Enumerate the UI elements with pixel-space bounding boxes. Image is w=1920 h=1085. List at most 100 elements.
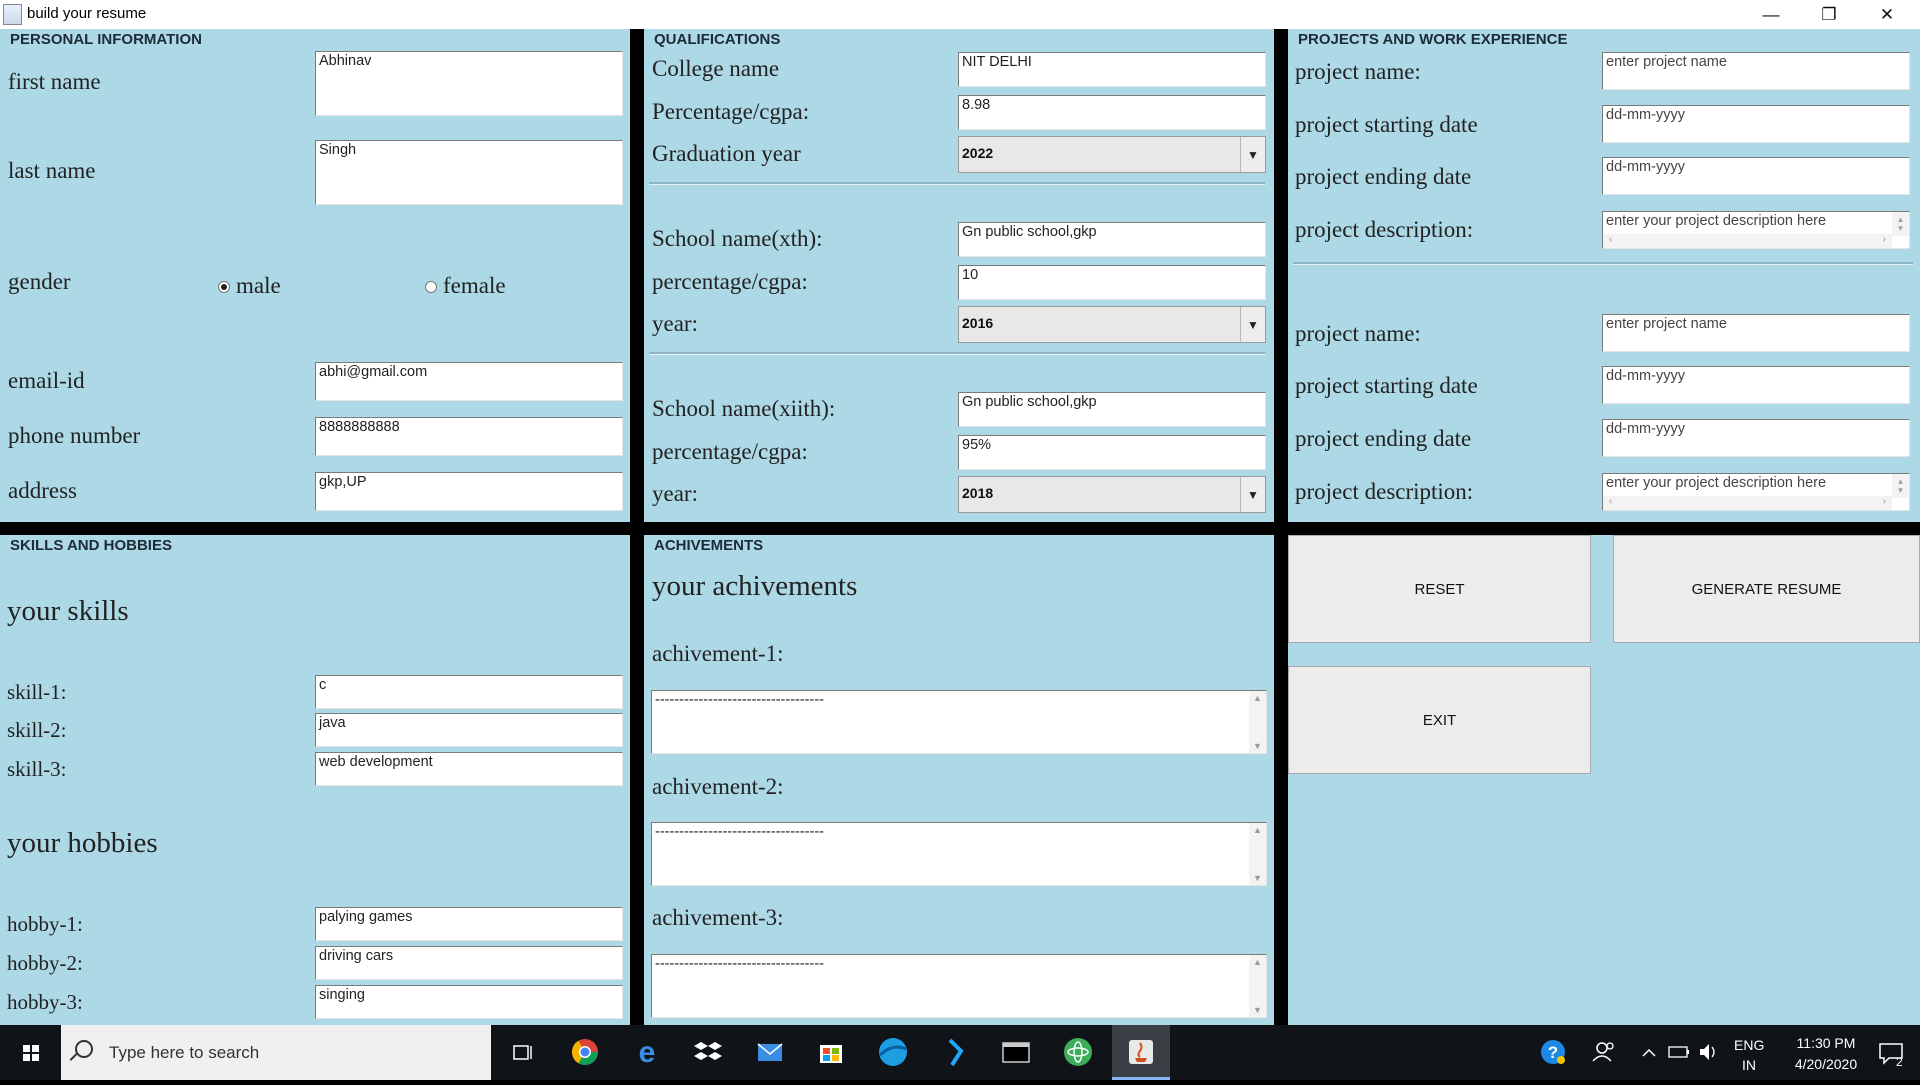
clock-date[interactable]: 4/20/2020 <box>1782 1056 1870 1072</box>
scroll-right-icon[interactable]: › <box>1883 234 1886 245</box>
volume-icon[interactable] <box>1694 1025 1724 1080</box>
last-name-field[interactable]: Singh <box>315 140 623 205</box>
chevron-down-icon[interactable]: ▼ <box>1240 307 1265 342</box>
scroll-up-icon[interactable]: ▲ <box>1249 693 1266 703</box>
scroll-up-icon[interactable]: ▲ <box>1249 957 1266 967</box>
graduation-year-label: Graduation year <box>652 141 801 166</box>
windows-start-icon[interactable] <box>6 1025 56 1080</box>
edge-icon[interactable]: e <box>622 1025 672 1080</box>
close-button[interactable]: ✕ <box>1858 0 1916 29</box>
phone-field[interactable]: 8888888888 <box>315 417 623 456</box>
taskbar: Type here to search e ? ENG IN 11:30 PM … <box>0 1025 1920 1080</box>
scroll-down-icon[interactable]: ▼ <box>1249 741 1266 751</box>
project1-end-field[interactable]: dd-mm-yyyy <box>1602 157 1910 195</box>
search-placeholder: Type here to search <box>109 1043 260 1062</box>
project2-desc-area[interactable]: enter your project description here ▴ ▾ ‹… <box>1602 473 1910 511</box>
percentage-college-field[interactable]: 8.98 <box>958 95 1266 130</box>
reset-button[interactable]: RESET <box>1288 535 1591 643</box>
mail-icon[interactable] <box>745 1025 795 1080</box>
year10-label: year: <box>652 311 698 336</box>
achievement3-area[interactable]: ----------------------------------- ▲ ▼ <box>651 954 1267 1018</box>
visual-studio-icon[interactable] <box>930 1025 980 1080</box>
scroll-right-icon[interactable]: › <box>1883 496 1886 507</box>
project1-name-label: project name: <box>1295 59 1421 84</box>
college-field[interactable]: NIT DELHI <box>958 52 1266 87</box>
achievements-title: your achivements <box>652 570 858 602</box>
vertical-scrollbar[interactable]: ▴ ▾ <box>1892 474 1909 498</box>
chevron-down-icon[interactable]: ▼ <box>1240 137 1265 172</box>
hobby1-label: hobby-1: <box>7 912 83 936</box>
task-view-icon[interactable] <box>497 1025 547 1080</box>
title-bar: build your resume — ❐ ✕ <box>0 0 1920 29</box>
scroll-up-icon[interactable]: ▲ <box>1249 825 1266 835</box>
vertical-scrollbar[interactable]: ▲ ▼ <box>1249 691 1266 753</box>
project1-name-field[interactable]: enter project name <box>1602 52 1910 90</box>
project2-name-field[interactable]: enter project name <box>1602 314 1910 352</box>
project1-start-label: project starting date <box>1295 112 1478 137</box>
address-field[interactable]: gkp,UP <box>315 472 623 511</box>
scroll-down-icon[interactable]: ▼ <box>1249 873 1266 883</box>
dropbox-icon[interactable] <box>683 1025 733 1080</box>
achievement2-text: ----------------------------------- <box>655 824 825 840</box>
chevron-up-icon[interactable] <box>1633 1025 1665 1080</box>
project2-end-field[interactable]: dd-mm-yyyy <box>1602 419 1910 457</box>
maximize-button[interactable]: ❐ <box>1800 0 1858 29</box>
store-icon[interactable] <box>806 1025 856 1080</box>
achievement1-area[interactable]: ----------------------------------- ▲ ▼ <box>651 690 1267 754</box>
year12-value: 2018 <box>962 485 994 501</box>
achievement2-area[interactable]: ----------------------------------- ▲ ▼ <box>651 822 1267 886</box>
scroll-down-icon[interactable]: ▾ <box>1892 223 1909 234</box>
exit-button[interactable]: EXIT <box>1288 666 1591 774</box>
school12-field[interactable]: Gn public school,gkp <box>958 392 1266 427</box>
browser-app-icon[interactable] <box>868 1025 918 1080</box>
horizontal-scrollbar[interactable]: ‹ › <box>1603 234 1892 248</box>
window-title: build your resume <box>27 5 147 22</box>
percentage12-field[interactable]: 95% <box>958 435 1266 470</box>
chrome-icon[interactable] <box>560 1025 610 1080</box>
percentage12-label: percentage/cgpa: <box>652 439 808 464</box>
clock-time[interactable]: 11:30 PM <box>1782 1035 1870 1051</box>
java-app-taskbar-icon[interactable] <box>1112 1025 1170 1080</box>
skill3-field[interactable]: web development <box>315 752 623 786</box>
terminal-icon[interactable] <box>991 1025 1041 1080</box>
chevron-down-icon[interactable]: ▼ <box>1240 477 1265 512</box>
personal-information-panel: PERSONAL INFORMATION first name Abhinav … <box>0 29 630 522</box>
vertical-scrollbar[interactable]: ▴ ▾ <box>1892 212 1909 236</box>
horizontal-scrollbar[interactable]: ‹ › <box>1603 496 1892 510</box>
atom-icon[interactable] <box>1053 1025 1103 1080</box>
scroll-left-icon[interactable]: ‹ <box>1609 234 1612 245</box>
scroll-down-icon[interactable]: ▼ <box>1249 1005 1266 1015</box>
radio-selected-icon <box>218 281 230 293</box>
minimize-button[interactable]: — <box>1742 0 1800 29</box>
achievements-panel: ACHIVEMENTS your achivements achivement-… <box>644 535 1274 1025</box>
taskbar-search-box[interactable]: Type here to search <box>61 1025 491 1080</box>
email-field[interactable]: abhi@gmail.com <box>315 362 623 401</box>
scroll-left-icon[interactable]: ‹ <box>1609 496 1612 507</box>
region-indicator[interactable]: IN <box>1742 1057 1756 1073</box>
project2-start-field[interactable]: dd-mm-yyyy <box>1602 366 1910 404</box>
project1-start-field[interactable]: dd-mm-yyyy <box>1602 105 1910 143</box>
people-icon[interactable] <box>1580 1025 1628 1080</box>
hobby1-field[interactable]: palying games <box>315 907 623 941</box>
projects-panel: PROJECTS AND WORK EXPERIENCE project nam… <box>1288 29 1920 522</box>
skill1-field[interactable]: c <box>315 675 623 709</box>
notification-center-icon[interactable] <box>1866 1025 1916 1080</box>
year10-select[interactable]: 2016 ▼ <box>958 306 1266 343</box>
help-icon[interactable]: ? <box>1529 1025 1577 1080</box>
project2-start-label: project starting date <box>1295 373 1478 398</box>
percentage10-field[interactable]: 10 <box>958 265 1266 300</box>
generate-resume-button[interactable]: GENERATE RESUME <box>1613 535 1920 643</box>
scroll-down-icon[interactable]: ▾ <box>1892 485 1909 496</box>
vertical-scrollbar[interactable]: ▲ ▼ <box>1249 955 1266 1017</box>
skill2-field[interactable]: java <box>315 713 623 747</box>
vertical-scrollbar[interactable]: ▲ ▼ <box>1249 823 1266 885</box>
first-name-field[interactable]: Abhinav <box>315 51 623 116</box>
hobby3-field[interactable]: singing <box>315 985 623 1019</box>
language-indicator[interactable]: ENG <box>1734 1037 1764 1053</box>
year12-select[interactable]: 2018 ▼ <box>958 476 1266 513</box>
graduation-year-select[interactable]: 2022 ▼ <box>958 136 1266 173</box>
battery-icon[interactable] <box>1664 1025 1694 1080</box>
project1-desc-area[interactable]: enter your project description here ▴ ▾ ‹… <box>1602 211 1910 249</box>
hobby2-field[interactable]: driving cars <box>315 946 623 980</box>
school10-field[interactable]: Gn public school,gkp <box>958 222 1266 257</box>
